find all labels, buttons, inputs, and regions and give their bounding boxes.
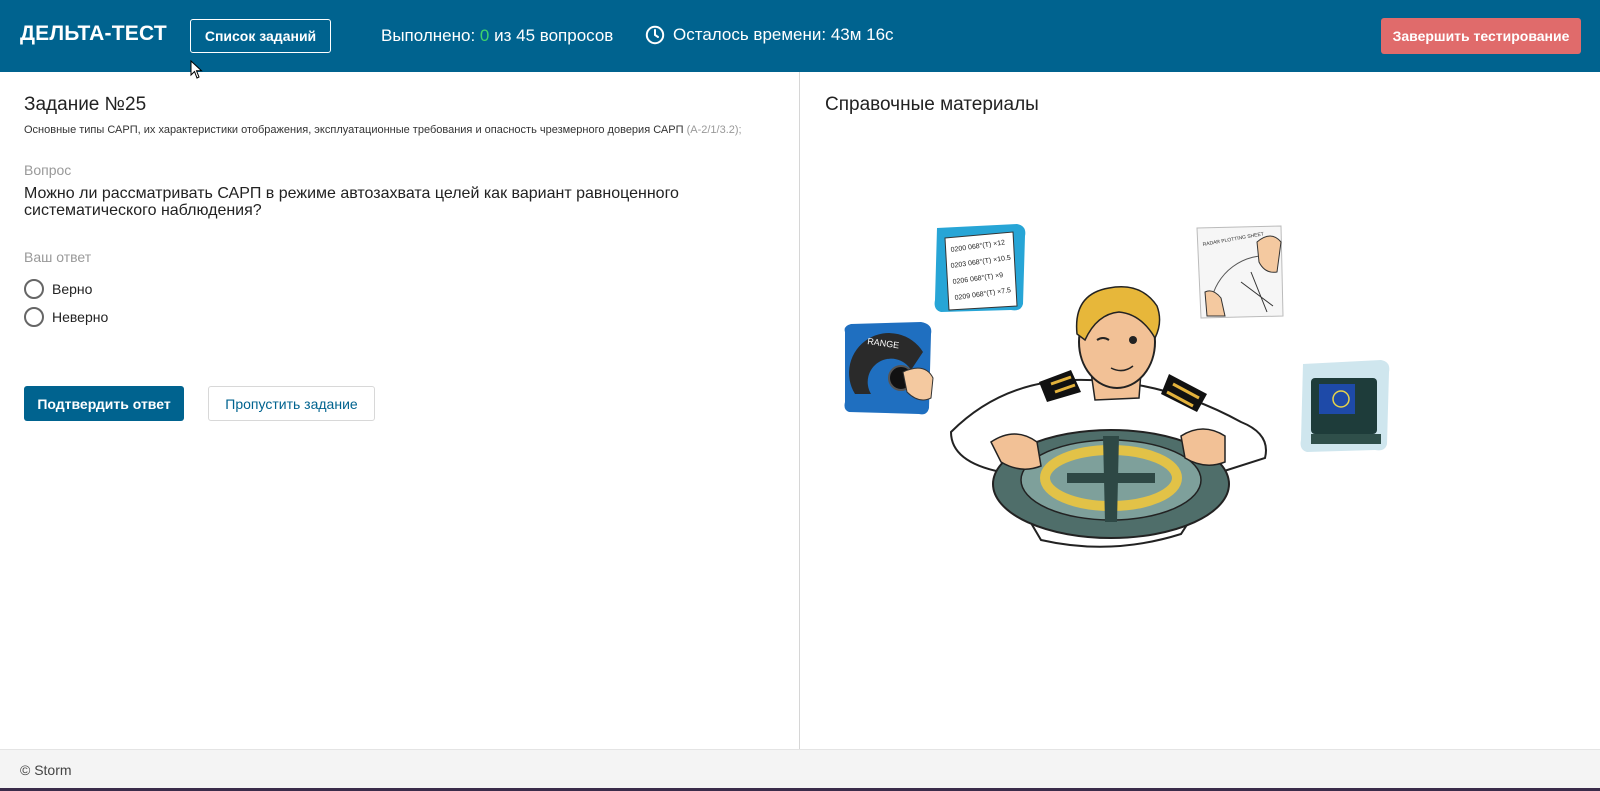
question-text: Можно ли рассматривать САРП в режиме авт… xyxy=(24,185,679,219)
reference-illustration: RANGE 0200 068°(T) ×12 0203 068°(T) ×10.… xyxy=(844,224,1390,548)
task-list-button[interactable]: Список заданий xyxy=(190,19,331,53)
answer-option-label: Верно xyxy=(52,281,93,297)
answer-option-true[interactable]: Верно xyxy=(24,279,92,299)
plotting-sheet-image: RADAR PLOTTING SHEET xyxy=(1196,225,1284,319)
answer-option-false[interactable]: Неверно xyxy=(24,307,108,327)
mouse-cursor-icon xyxy=(190,60,203,79)
notes-image: 0200 068°(T) ×12 0203 068°(T) ×10.5 0206… xyxy=(934,224,1026,312)
reference-panel: Справочные материалы RANGE 0200 068°(T) … xyxy=(801,72,1600,749)
answer-label: Ваш ответ xyxy=(24,249,92,265)
footer: © Storm xyxy=(0,749,1600,791)
progress-done-count: 0 xyxy=(479,26,490,45)
finish-test-button[interactable]: Завершить тестирование xyxy=(1381,18,1581,54)
timer-text: Осталось времени: 43м 16с xyxy=(673,25,894,44)
confirm-answer-button[interactable]: Подтвердить ответ xyxy=(24,386,184,421)
sailor-illustration xyxy=(949,286,1267,548)
brand-logo: ДЕЛЬТА-ТЕСТ xyxy=(20,22,167,45)
answer-option-label: Неверно xyxy=(52,309,109,325)
progress-suffix: из 45 вопросов xyxy=(489,26,614,45)
task-topic: Основные типы САРП, их характеристики от… xyxy=(24,124,779,136)
task-topic-text: Основные типы САРП, их характеристики от… xyxy=(24,124,684,136)
progress-prefix: Выполнено: xyxy=(381,26,480,45)
copyright-text: © Storm xyxy=(20,762,72,778)
time-remaining: Осталось времени: 43м 16с xyxy=(645,25,894,45)
radar-console-image xyxy=(1300,360,1390,452)
task-topic-code: (А-2/1/3.2); xyxy=(686,124,742,136)
clock-icon xyxy=(645,25,665,45)
task-title: Задание №25 xyxy=(24,94,147,115)
reference-title: Справочные материалы xyxy=(825,94,1039,115)
top-bar: ДЕЛЬТА-ТЕСТ Список заданий Выполнено: 0 … xyxy=(0,0,1600,72)
range-knob-image: RANGE xyxy=(844,322,934,415)
question-label: Вопрос xyxy=(24,162,72,178)
progress-indicator: Выполнено: 0 из 45 вопросов xyxy=(381,26,613,46)
radio-button[interactable] xyxy=(24,279,44,299)
task-panel: Задание №25 Основные типы САРП, их харак… xyxy=(0,72,800,749)
skip-task-button[interactable]: Пропустить задание xyxy=(208,386,375,421)
radio-button[interactable] xyxy=(24,307,44,327)
